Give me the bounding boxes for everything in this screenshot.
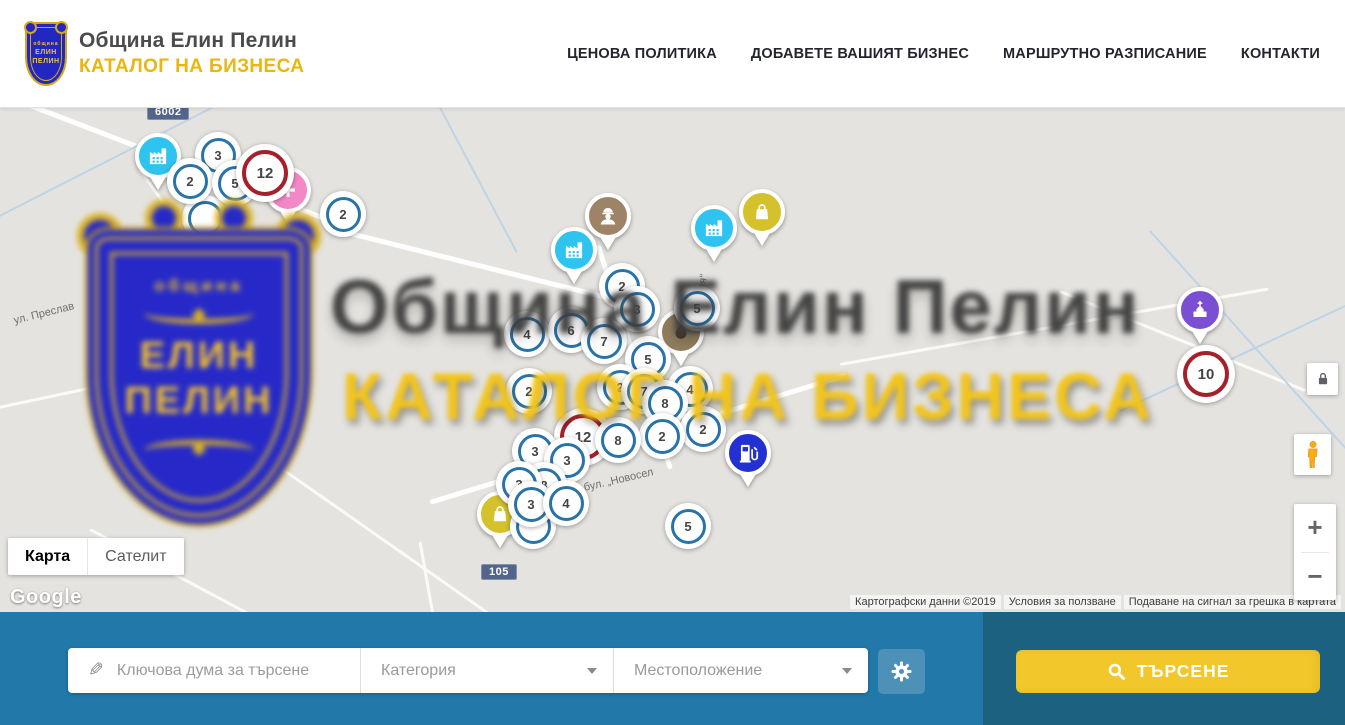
site-header: община ЕЛИН ПЕЛИН Община Елин Пелин КАТА…	[0, 0, 1345, 108]
cluster-marker[interactable]: 12	[236, 144, 294, 202]
cluster-count: 2	[512, 374, 547, 409]
location-select[interactable]: Местоположение	[613, 648, 868, 693]
location-select-value: Местоположение	[634, 662, 762, 680]
magnifier-icon	[1107, 662, 1126, 681]
cluster-marker[interactable]: 2	[320, 191, 366, 237]
site-subtitle: КАТАЛОГ НА БИЗНЕСА	[79, 56, 304, 78]
keyword-field: ✎	[68, 648, 360, 693]
main-nav: ЦЕНОВА ПОЛИТИКА ДОБАВЕТЕ ВАШИЯТ БИЗНЕС М…	[567, 46, 1320, 62]
logo-text-top: община	[33, 41, 58, 47]
cluster-marker[interactable]: 2	[639, 413, 685, 459]
cluster-count: 4	[549, 486, 584, 521]
logo-text-line1: ЕЛИН	[35, 49, 57, 58]
pegman-icon	[1305, 440, 1321, 470]
cluster-count: 8	[601, 423, 636, 458]
cluster-marker[interactable]: 2	[680, 406, 726, 452]
cluster-count: 2	[326, 197, 361, 232]
map-canvas[interactable]: 32512223546752274822128338334510 община …	[0, 108, 1345, 612]
cluster-count: 7	[587, 324, 622, 359]
google-logo[interactable]: Google	[10, 586, 82, 609]
pencil-icon: ✎	[88, 659, 104, 682]
cluster-marker[interactable]: 4	[504, 311, 550, 357]
cluster-count: 2	[686, 412, 721, 447]
nav-pricing-policy[interactable]: ЦЕНОВА ПОЛИТИКА	[567, 46, 717, 62]
attribution-terms-link[interactable]: Условия за ползване	[1004, 595, 1121, 609]
gear-icon	[890, 660, 913, 683]
municipality-crest-logo: община ЕЛИН ПЕЛИН	[25, 22, 67, 86]
search-button[interactable]: ТЪРСЕНЕ	[1016, 650, 1320, 693]
map-type-satellite-button[interactable]: Сателит	[88, 538, 183, 575]
category-select-value: Категория	[381, 662, 456, 680]
nav-contacts[interactable]: КОНТАКТИ	[1241, 46, 1320, 62]
map-attribution: Картографски данни ©2019 Условия за полз…	[850, 595, 1341, 609]
lock-icon	[1316, 371, 1330, 387]
search-bar: ✎ Категория Местоположение	[0, 612, 1345, 725]
search-button-label: ТЪРСЕНЕ	[1137, 661, 1230, 682]
attribution-copyright: Картографски данни ©2019	[850, 595, 1001, 609]
map-type-control: Карта Сателит	[8, 538, 184, 575]
map-clusters-layer: 32512223546752274822128338334510	[0, 108, 1345, 612]
site-logo[interactable]: община ЕЛИН ПЕЛИН Община Елин Пелин КАТА…	[25, 22, 304, 86]
chevron-down-icon	[842, 668, 852, 674]
cluster-count: 3	[620, 292, 655, 327]
map-type-map-button[interactable]: Карта	[8, 538, 88, 575]
cluster-count: 12	[242, 150, 288, 196]
cluster-count: 5	[671, 509, 706, 544]
cluster-marker[interactable]: 4	[543, 480, 589, 526]
keyword-input[interactable]	[117, 662, 346, 680]
pegman-control[interactable]	[1294, 434, 1331, 475]
settings-button[interactable]	[878, 649, 925, 694]
lock-button[interactable]	[1307, 363, 1338, 395]
cluster-count: 5	[680, 291, 715, 326]
cluster-count: 2	[173, 164, 208, 199]
chevron-down-icon	[587, 668, 597, 674]
cluster-marker[interactable]: 7	[581, 318, 627, 364]
site-title: Община Елин Пелин	[79, 29, 304, 53]
nav-add-your-business[interactable]: ДОБАВЕТЕ ВАШИЯТ БИЗНЕС	[751, 46, 969, 62]
category-select[interactable]: Категория	[360, 648, 613, 693]
cluster-count: 2	[645, 419, 680, 454]
cluster-count: 4	[510, 317, 545, 352]
cluster-marker[interactable]: 5	[665, 503, 711, 549]
cluster-marker[interactable]: 2	[506, 368, 552, 414]
logo-text-line2: ПЕЛИН	[32, 58, 59, 67]
zoom-out-button[interactable]: −	[1294, 553, 1336, 601]
cluster-marker[interactable]: 8	[595, 417, 641, 463]
cluster-count: 10	[1183, 351, 1229, 397]
cluster-marker[interactable]: 5	[674, 285, 720, 331]
search-fields-group: ✎ Категория Местоположение	[68, 648, 868, 693]
nav-route-schedule[interactable]: МАРШРУТНО РАЗПИСАНИЕ	[1003, 46, 1207, 62]
zoom-in-button[interactable]: +	[1294, 504, 1336, 552]
cluster-marker[interactable]: 2	[167, 158, 213, 204]
zoom-control: + −	[1294, 504, 1336, 600]
cluster-count	[188, 201, 223, 236]
cluster-marker[interactable]: 10	[1177, 345, 1235, 403]
